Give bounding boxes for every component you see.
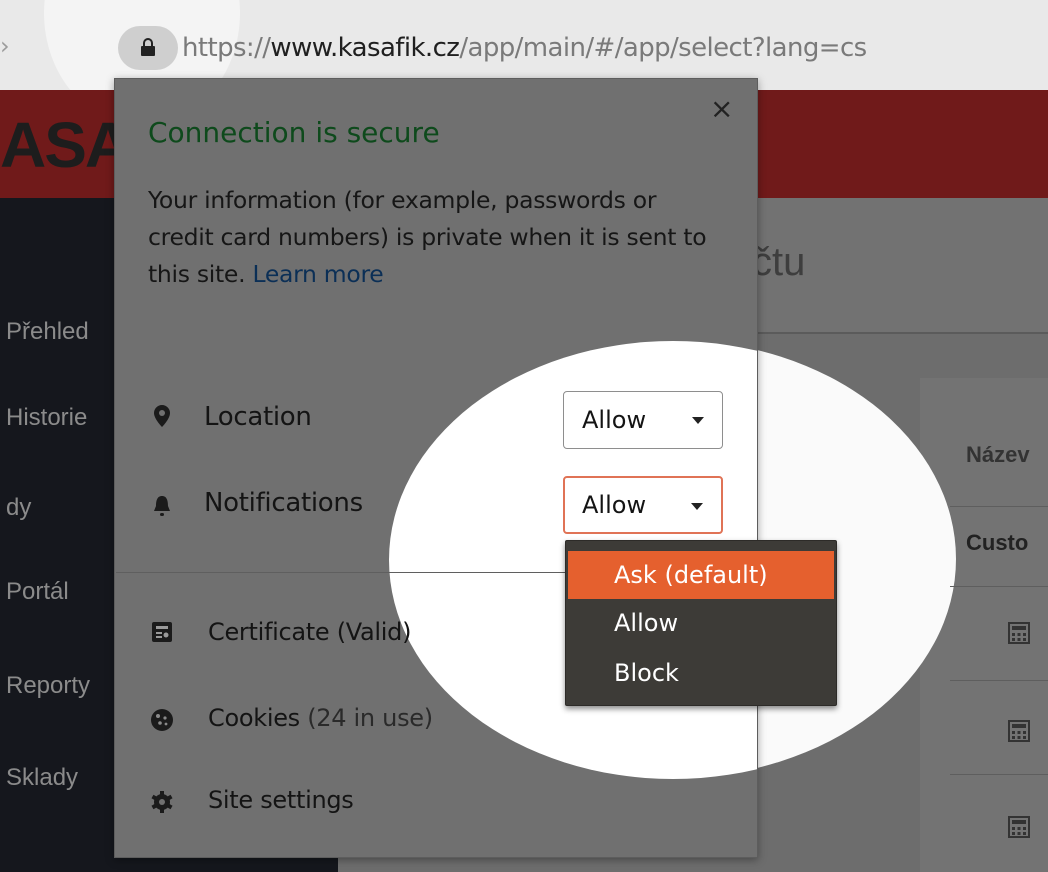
menu-item-allow[interactable]: Allow: [568, 599, 834, 647]
sidebar-item-partial[interactable]: dy: [6, 494, 31, 522]
close-button[interactable]: ×: [710, 92, 733, 125]
url-host: www.kasafik.cz: [270, 33, 460, 63]
permission-label-location: Location: [204, 402, 312, 432]
cookies-label: Cookies: [208, 704, 300, 732]
menu-item-block[interactable]: Block: [568, 649, 834, 697]
sidebar-item-historie[interactable]: Historie: [6, 404, 87, 432]
learn-more-link[interactable]: Learn more: [252, 260, 383, 288]
location-pin-icon: [154, 405, 170, 427]
certificate-link[interactable]: Certificate (Valid): [208, 618, 411, 646]
gear-icon: [151, 791, 173, 813]
menu-item-ask-default[interactable]: Ask (default): [568, 551, 834, 599]
table-divider: [950, 774, 1048, 775]
chevron-down-icon: [691, 503, 703, 510]
table-divider: [950, 586, 1048, 587]
page-title: čtu: [752, 240, 806, 284]
notifications-permission-select[interactable]: Allow: [563, 476, 723, 534]
table-divider: [950, 506, 1048, 507]
connection-description: Your information (for example, passwords…: [148, 182, 708, 293]
sidebar-item-sklady[interactable]: Sklady: [6, 764, 78, 792]
cookies-link[interactable]: Cookies (24 in use): [208, 704, 433, 732]
cookie-icon: [151, 709, 173, 731]
lock-icon: [141, 38, 155, 56]
site-settings-link[interactable]: Site settings: [208, 786, 354, 814]
chevron-down-icon: [692, 417, 704, 424]
permission-dropdown-menu: Ask (default) Allow Block: [565, 540, 837, 706]
sidebar-item-prehled[interactable]: Přehled: [6, 318, 89, 346]
url-scheme: https://: [182, 33, 271, 63]
bell-icon: [154, 496, 170, 516]
sidebar-item-portal[interactable]: Portál: [6, 578, 69, 606]
calculator-icon[interactable]: [1008, 622, 1030, 644]
table-divider: [950, 680, 1048, 681]
certificate-icon: [152, 622, 172, 642]
location-select-value: Allow: [582, 406, 647, 434]
url-path: /app/main/#/app/select?lang=cs: [459, 33, 867, 63]
connection-status-title: Connection is secure: [148, 116, 440, 149]
address-bar-url[interactable]: https://www.kasafik.cz/app/main/#/app/se…: [182, 28, 867, 68]
calculator-icon[interactable]: [1008, 720, 1030, 742]
description-text: Your information (for example, passwords…: [148, 186, 707, 288]
table-header-nazev: Název: [966, 442, 1030, 467]
table-row-name: Custo: [966, 530, 1029, 555]
sidebar-item-reporty[interactable]: Reporty: [6, 672, 90, 700]
permission-label-notifications: Notifications: [204, 488, 363, 518]
site-logo: ASA: [0, 109, 131, 181]
forward-arrow-icon[interactable]: ›: [0, 32, 10, 60]
cookies-count: (24 in use): [307, 704, 433, 732]
calculator-icon[interactable]: [1008, 816, 1030, 838]
notifications-select-value: Allow: [582, 491, 647, 519]
location-permission-select[interactable]: Allow: [563, 391, 723, 449]
